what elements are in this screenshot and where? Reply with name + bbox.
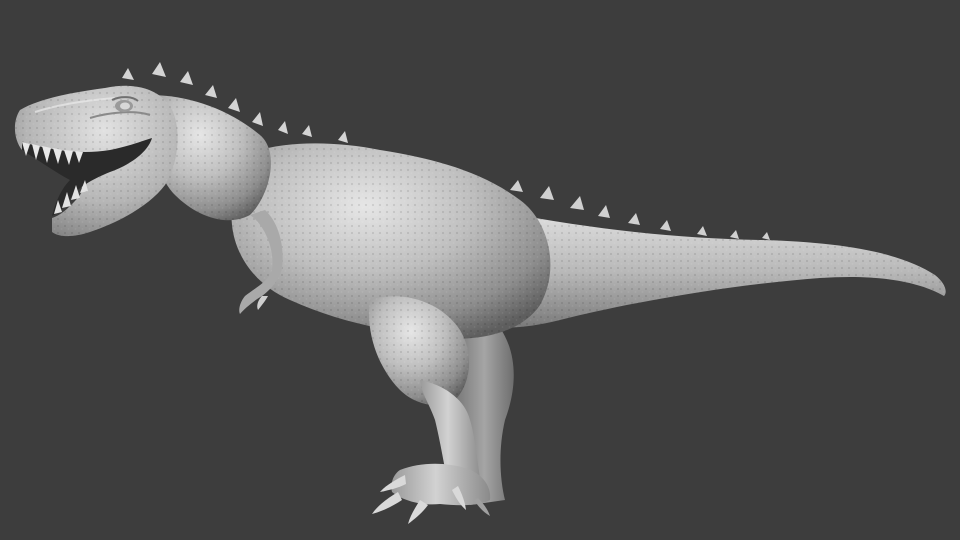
render-viewport [0,0,960,540]
t-rex-sculpt [14,62,946,524]
